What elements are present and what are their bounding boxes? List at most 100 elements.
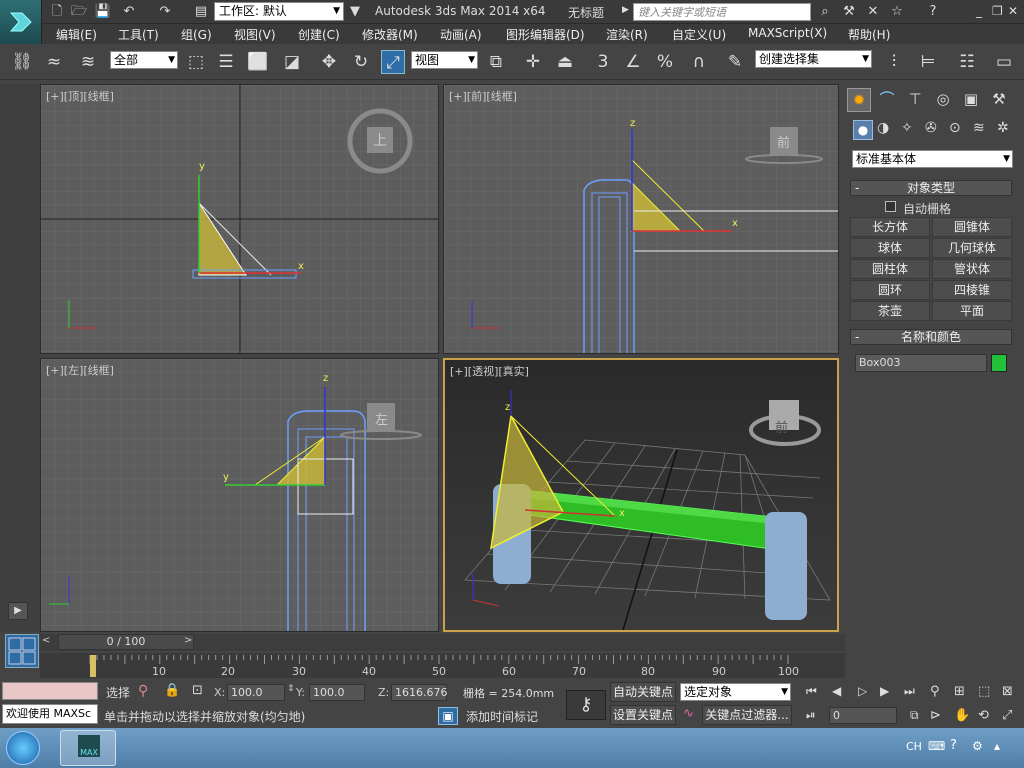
menu-customize[interactable]: 自定义(U) [672,26,726,43]
cylinder-button[interactable]: 圆柱体 [850,259,930,279]
search-input[interactable]: 键入关键字或短语 [633,3,811,21]
y-coordinate-input[interactable]: 100.0 [309,684,365,701]
menu-graph-editors[interactable]: 图形编辑器(D) [506,26,585,43]
welcome-text[interactable]: 欢迎使用 MAXSc [2,704,98,724]
z-coordinate-input[interactable]: 1616.676 [391,684,448,701]
help-icon[interactable]: ? [924,3,942,21]
zoom-extents-all-icon[interactable]: ⊠ [1002,684,1013,699]
scale-icon[interactable]: ⤢ [381,50,405,74]
absolute-mode-icon[interactable]: ⊡ [192,683,203,698]
restore-icon[interactable]: ❐ [992,4,1003,18]
viewport-layout-icon[interactable] [5,634,39,668]
angle-snap-icon[interactable]: ∠ [621,50,645,74]
name-color-rollout-header[interactable]: - 名称和颜色 [850,329,1012,345]
redo-icon[interactable]: ↷ [156,3,174,21]
layer-manager-icon[interactable]: ☷ [955,50,979,74]
menu-animation[interactable]: 动画(A) [440,26,482,43]
zoom-extents-icon[interactable]: ⬚ [978,684,990,699]
select-by-name-icon[interactable]: ☰ [214,50,238,74]
viewport-label-front[interactable]: [+][前][线框] [449,88,517,104]
reference-coordinate-dropdown[interactable]: 视图 ▼ [411,51,478,69]
start-button[interactable] [6,731,40,765]
pan-icon[interactable]: ✋ [954,708,970,723]
maximize-viewport-icon[interactable]: ⤢ [1002,708,1012,723]
sphere-button[interactable]: 球体 [850,238,930,258]
cameras-icon[interactable]: ✇ [925,120,937,136]
time-slider-thumb[interactable]: 0 / 100 [58,634,194,650]
goto-end-icon[interactable]: ⏭ [904,684,915,699]
box-button[interactable]: 长方体 [850,217,930,237]
tray-settings-icon[interactable]: ⚙ [972,739,983,753]
window-crossing-icon[interactable]: ◪ [280,50,304,74]
lock-selection-icon[interactable]: 🔒 [164,683,180,698]
viewport-label-left[interactable]: [+][左][线框] [46,362,114,378]
unlink-icon[interactable]: ≈ [42,50,66,74]
tube-button[interactable]: 管状体 [932,259,1012,279]
maxscript-listener-mini[interactable] [2,682,98,700]
utilities-tab-icon[interactable]: ⚒ [987,88,1011,112]
snaps-toggle-icon[interactable]: 3 [591,50,615,74]
pyramid-button[interactable]: 四棱锥 [932,280,1012,300]
viewcube-top-face[interactable]: 上 [373,130,387,150]
set-key-button[interactable]: 设置关键点 [610,705,676,725]
prev-key-icon[interactable]: ◀ [832,684,841,698]
app-logo-button[interactable] [0,0,42,44]
project-folder-icon[interactable]: ▤ [192,3,210,21]
help-tray-icon[interactable]: ? [950,738,957,753]
object-type-rollout-header[interactable]: - 对象类型 [850,180,1012,196]
motion-tab-icon[interactable]: ◎ [931,88,955,112]
open-file-icon[interactable]: 🗁 [70,3,88,21]
menu-help[interactable]: 帮助(H) [848,26,890,43]
menu-maxscript[interactable]: MAXScript(X) [748,26,827,40]
goto-start-icon[interactable]: ⏮ [806,684,817,699]
minimize-icon[interactable]: _ [976,4,982,18]
systems-icon[interactable]: ✲ [997,120,1009,136]
selection-filter-dropdown[interactable]: 全部 ▼ [110,51,178,69]
pivot-center-icon[interactable]: ⧉ [484,50,508,74]
language-indicator[interactable]: CH [906,740,922,753]
time-slider[interactable]: < 0 / 100 > [40,634,845,651]
cone-button[interactable]: 圆锥体 [932,217,1012,237]
prev-frame-arrow-icon[interactable]: < [42,635,56,649]
x-spinner-icon[interactable]: ⇕ [287,684,295,694]
viewcube-persp-face[interactable]: 前 [775,417,788,436]
viewcube-front-face[interactable]: 前 [777,132,790,151]
key-filters-button[interactable]: 关键点过滤器... [702,705,792,725]
favorites-icon[interactable]: ☆ [888,3,906,21]
new-file-icon[interactable]: 🗋 [48,3,66,21]
menu-edit[interactable]: 编辑(E) [56,26,97,43]
select-object-icon[interactable]: ⬚ [184,50,208,74]
select-manipulate-icon[interactable]: ✛ [521,50,545,74]
menu-tools[interactable]: 工具(T) [118,26,159,43]
hierarchy-tab-icon[interactable]: ⊤ [903,88,927,112]
menu-modifiers[interactable]: 修改器(M) [362,26,418,43]
menu-group[interactable]: 组(G) [181,26,212,43]
track-bar[interactable]: 10 20 30 40 50 60 70 80 90 100 [40,653,845,678]
shapes-icon[interactable]: ◑ [877,120,889,136]
viewport-label-perspective[interactable]: [+][透视][真实] [450,363,529,379]
play-icon[interactable]: ▷ [858,684,867,698]
spacewarps-icon[interactable]: ≋ [973,120,985,136]
geometry-icon[interactable]: ● [853,120,873,140]
graphite-tools-icon[interactable]: ▭ [992,50,1016,74]
viewport-left[interactable]: [+][左][线框] 左 z y [40,358,439,632]
rect-selection-icon[interactable]: ⬜ [246,50,270,74]
next-key-icon[interactable]: ▶ [880,684,889,698]
keyboard-shortcut-override-icon[interactable]: ⏏ [553,50,577,74]
viewcube-left-face[interactable]: 左 [375,409,388,428]
customize-toolbar-icon[interactable]: ▼ [346,3,364,21]
save-file-icon[interactable]: 💾 [94,3,112,21]
display-tab-icon[interactable]: ▣ [959,88,983,112]
link-icon[interactable]: ⛓ [10,50,34,74]
time-cursor[interactable] [90,655,96,677]
workspace-dropdown[interactable]: 工作区: 默认 ▼ [214,2,344,21]
key-filters-icon[interactable]: ∿ [683,706,694,721]
keyboard-icon[interactable]: ⌨ [928,739,945,753]
teapot-button[interactable]: 茶壶 [850,301,930,321]
current-frame-input[interactable]: 0 [829,707,897,724]
torus-button[interactable]: 圆环 [850,280,930,300]
menu-create[interactable]: 创建(C) [298,26,340,43]
binoculars-icon[interactable]: ⌕ [816,3,834,21]
move-icon[interactable]: ✥ [317,50,341,74]
helpers-icon[interactable]: ⊙ [949,120,961,136]
